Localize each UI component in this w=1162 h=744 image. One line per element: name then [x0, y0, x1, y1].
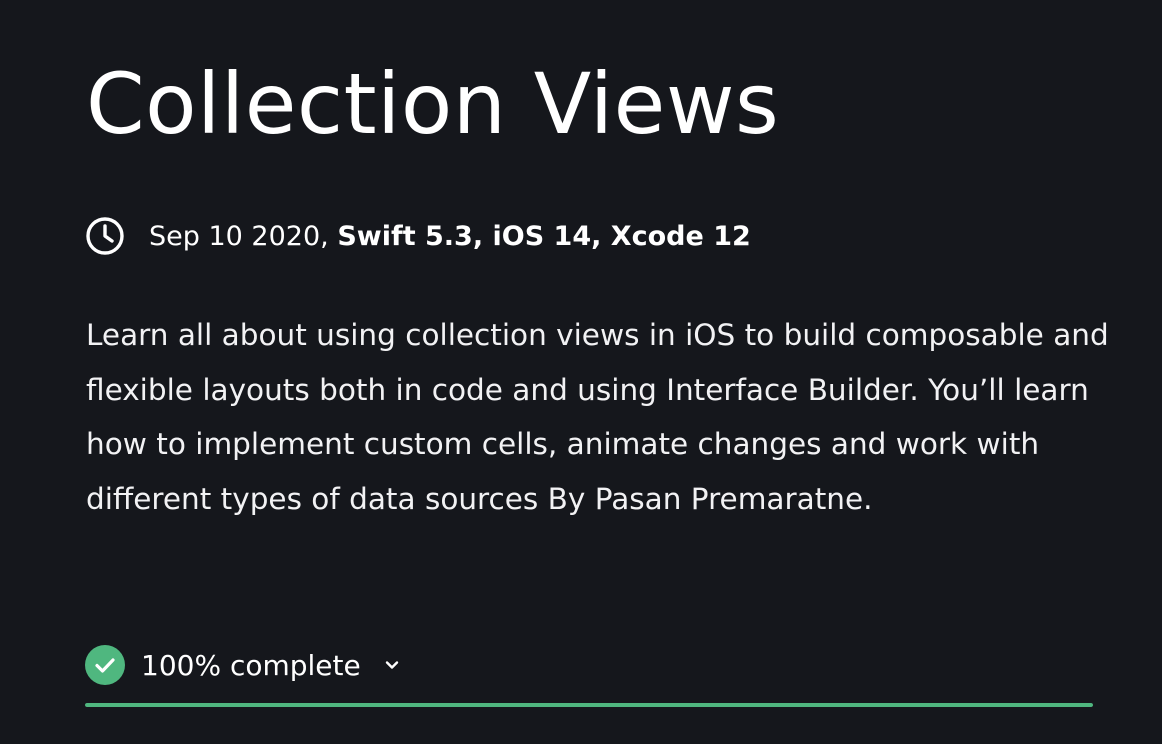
course-description: Learn all about using collection views i…: [86, 318, 1109, 516]
course-page: Collection Views Sep 10 2020, Swift 5.3,…: [0, 0, 1162, 744]
platform-versions: Swift 5.3, iOS 14, Xcode 12: [337, 220, 751, 252]
course-meta: Sep 10 2020, Swift 5.3, iOS 14, Xcode 12: [85, 214, 751, 258]
clock-icon: [85, 216, 125, 256]
check-circle-icon: [85, 645, 125, 685]
progress-bar: [85, 703, 1093, 707]
progress-toggle[interactable]: 100% complete: [85, 643, 401, 687]
course-title: Collection Views: [86, 55, 780, 153]
progress-bar-fill: [85, 703, 1093, 707]
release-date: Sep 10 2020,: [149, 220, 329, 252]
progress-label: 100% complete: [141, 648, 361, 682]
chevron-down-icon[interactable]: [383, 656, 401, 674]
